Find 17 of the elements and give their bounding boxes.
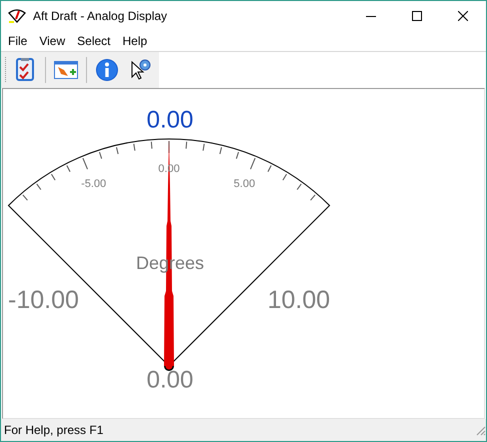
app-icon <box>8 8 26 24</box>
reading-value: 0.00 <box>146 106 194 134</box>
max-label: 10.00 <box>267 286 330 314</box>
close-icon <box>458 11 468 21</box>
menu-item[interactable]: View <box>33 34 72 48</box>
menu-item[interactable]: Help <box>116 34 154 48</box>
min-label: -10.00 <box>8 286 79 314</box>
window-title: Aft Draft - Analog Display <box>33 9 168 23</box>
status-text: For Help, press F1 <box>4 423 104 437</box>
maximize-icon <box>412 11 422 21</box>
scale-label: -5.00 <box>81 178 106 190</box>
menu-item[interactable]: File <box>2 34 34 48</box>
scale-label: 5.00 <box>234 178 256 190</box>
menu-item[interactable]: Select <box>71 34 116 48</box>
grip-icon[interactable] <box>4 57 7 83</box>
value-label: 0.00 <box>146 366 194 394</box>
resize-grip-icon[interactable] <box>474 424 486 436</box>
